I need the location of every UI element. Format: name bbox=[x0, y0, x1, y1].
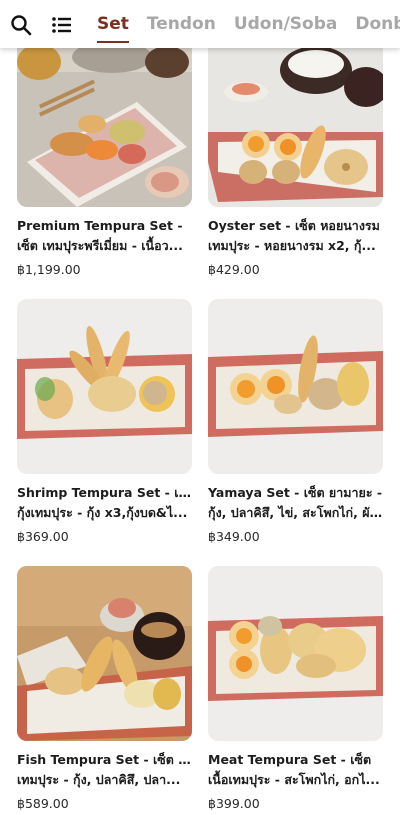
tab-set[interactable]: Set bbox=[97, 0, 129, 48]
category-tabs: Set Tendon Udon/Soba Donburi bbox=[97, 0, 400, 48]
meat-tempura-photo bbox=[208, 566, 383, 741]
oyster-set-photo bbox=[208, 32, 383, 207]
product-title-line1: Yamaya Set - เซ็ต ยามายะ - bbox=[208, 485, 383, 500]
product-title[interactable]: Oyster set - เซ็ต หอยนางรม เทมปุระ - หอย… bbox=[208, 216, 383, 256]
product-title-line2: เทมปุระ - หอยนางรม x2, กุ้... bbox=[208, 238, 376, 253]
product-price: ฿399.00 bbox=[208, 796, 260, 811]
tab-tendon[interactable]: Tendon bbox=[147, 0, 216, 48]
product-title-line2: กุ้ง, ปลาคิสึ, ไข่, สะโพกไก่, ผั... bbox=[208, 505, 383, 520]
product-card-shrimp-tempura-set[interactable]: Shrimp Tempura Set - เซ็ต กุ้งเทมปุระ - … bbox=[17, 299, 192, 544]
yamaya-set-photo bbox=[208, 299, 383, 474]
product-grid: Premium Tempura Set - เซ็ต เทมปุระพรีเมี… bbox=[0, 0, 400, 815]
product-title-line1: Fish Tempura Set - เซ็ต ปลา bbox=[17, 752, 192, 767]
product-price: ฿1,199.00 bbox=[17, 262, 81, 277]
product-title-line2: เซ็ต เทมปุระพรีเมี่ยม - เนื้อว... bbox=[17, 238, 183, 253]
product-card-oyster-set[interactable]: Oyster set - เซ็ต หอยนางรม เทมปุระ - หอย… bbox=[208, 32, 383, 277]
product-image[interactable] bbox=[17, 566, 192, 741]
product-price: ฿349.00 bbox=[208, 529, 260, 544]
product-image[interactable] bbox=[208, 299, 383, 474]
product-title-line2: เนื้อเทมปุระ - สะโพกไก่, อกไ... bbox=[208, 772, 380, 787]
product-title-line2: เทมปุระ - กุ้ง, ปลาคิสึ, ปลา... bbox=[17, 772, 181, 787]
product-title-line2: กุ้งเทมปุระ - กุ้ง x3,กุ้งบด&ไ... bbox=[17, 505, 188, 520]
product-title-line1: Meat Tempura Set - เซ็ต bbox=[208, 752, 372, 767]
product-image[interactable] bbox=[17, 32, 192, 207]
product-card-meat-tempura-set[interactable]: Meat Tempura Set - เซ็ต เนื้อเทมปุระ - ส… bbox=[208, 566, 383, 811]
product-price: ฿369.00 bbox=[17, 529, 69, 544]
product-title-line1: Premium Tempura Set - bbox=[17, 218, 183, 233]
shrimp-tempura-photo bbox=[17, 299, 192, 474]
product-title-line1: Oyster set - เซ็ต หอยนางรม bbox=[208, 218, 380, 233]
tab-udon-soba[interactable]: Udon/Soba bbox=[234, 0, 338, 48]
product-image[interactable] bbox=[208, 32, 383, 207]
product-card-fish-tempura-set[interactable]: Fish Tempura Set - เซ็ต ปลา เทมปุระ - กุ… bbox=[17, 566, 192, 811]
product-image[interactable] bbox=[17, 299, 192, 474]
search-icon[interactable] bbox=[9, 13, 33, 37]
product-card-yamaya-set[interactable]: Yamaya Set - เซ็ต ยามายะ - กุ้ง, ปลาคิสึ… bbox=[208, 299, 383, 544]
premium-tempura-photo bbox=[17, 32, 192, 207]
product-title[interactable]: Shrimp Tempura Set - เซ็ต กุ้งเทมปุระ - … bbox=[17, 483, 192, 523]
product-card-premium-tempura-set[interactable]: Premium Tempura Set - เซ็ต เทมปุระพรีเมี… bbox=[17, 32, 192, 277]
product-image[interactable] bbox=[208, 566, 383, 741]
fish-tempura-photo bbox=[17, 566, 192, 741]
product-title[interactable]: Premium Tempura Set - เซ็ต เทมปุระพรีเมี… bbox=[17, 216, 192, 256]
product-title[interactable]: Yamaya Set - เซ็ต ยามายะ - กุ้ง, ปลาคิสึ… bbox=[208, 483, 383, 523]
product-price: ฿589.00 bbox=[17, 796, 69, 811]
product-price: ฿429.00 bbox=[208, 262, 260, 277]
category-nav-bar: Set Tendon Udon/Soba Donburi bbox=[0, 0, 400, 48]
list-menu-icon[interactable] bbox=[50, 13, 74, 37]
product-title[interactable]: Fish Tempura Set - เซ็ต ปลา เทมปุระ - กุ… bbox=[17, 750, 192, 790]
tab-donburi[interactable]: Donburi bbox=[355, 0, 400, 48]
product-title-line1: Shrimp Tempura Set - เซ็ต bbox=[17, 485, 192, 500]
product-title[interactable]: Meat Tempura Set - เซ็ต เนื้อเทมปุระ - ส… bbox=[208, 750, 383, 790]
